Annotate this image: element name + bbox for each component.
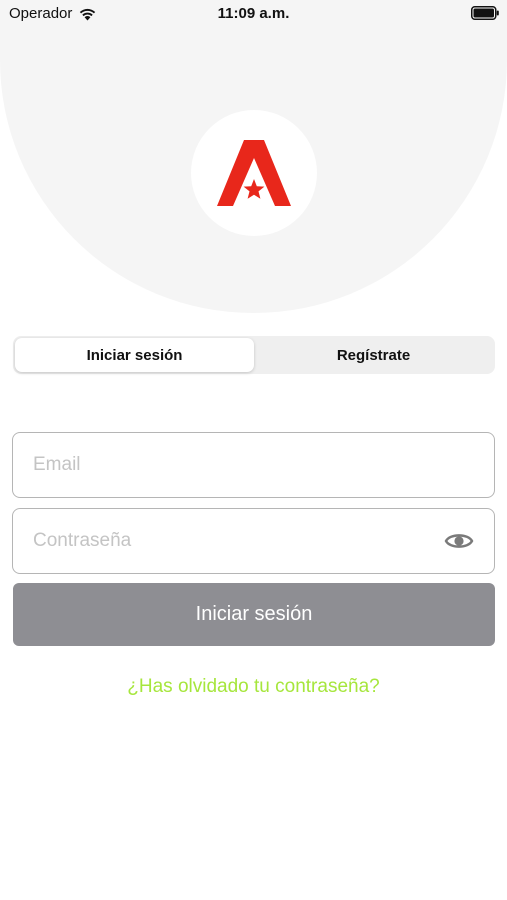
email-input[interactable] (33, 433, 433, 497)
password-field-container (12, 508, 495, 574)
tab-login[interactable]: Iniciar sesión (15, 338, 254, 372)
status-time: 11:09 a.m. (217, 5, 290, 22)
battery-icon (471, 6, 499, 20)
password-input[interactable] (33, 509, 433, 573)
red-a-star-logo-icon (217, 140, 291, 206)
tab-register[interactable]: Regístrate (254, 338, 493, 372)
email-field-container (12, 432, 495, 498)
logo-container (191, 110, 317, 236)
login-button[interactable]: Iniciar sesión (13, 583, 495, 646)
status-bar: Operador 11:09 a.m. (0, 0, 507, 28)
eye-icon[interactable] (444, 529, 474, 553)
forgot-password-link[interactable]: ¿Has olvidado tu contraseña? (0, 676, 507, 698)
auth-mode-segmented-control: Iniciar sesión Regístrate (13, 336, 495, 374)
